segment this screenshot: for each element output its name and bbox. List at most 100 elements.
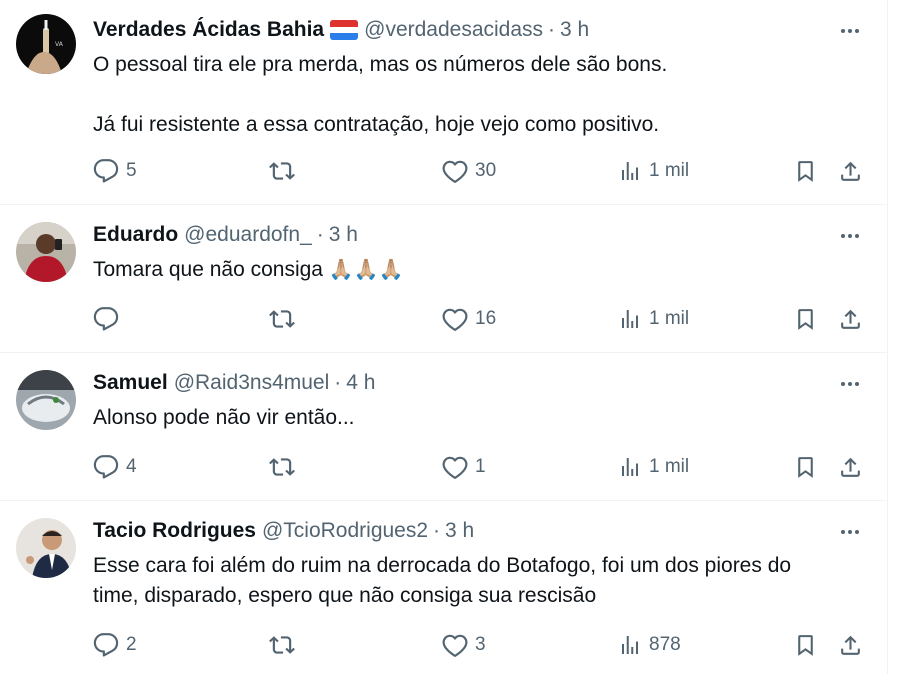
retweet-button[interactable] [269, 304, 302, 334]
like-button[interactable]: 16 [442, 304, 496, 334]
reply-icon [93, 158, 119, 184]
author-handle[interactable]: @Raid3ns4muel [174, 371, 330, 395]
bookmark-button[interactable] [793, 156, 818, 186]
tweet-text-line: O pessoal tira ele pra merda, mas os núm… [93, 53, 668, 76]
like-count: 16 [475, 308, 497, 329]
timestamp[interactable]: 3 h [560, 18, 589, 42]
more-button[interactable] [836, 225, 864, 247]
reply-icon [93, 632, 119, 658]
tweet[interactable]: Samuel @Raid3ns4muel · 4 h Alonso pode n… [0, 353, 888, 501]
tweet[interactable]: VA Verdades Ácidas Bahia @verdadesacidas… [0, 0, 888, 205]
author-name[interactable]: Eduardo [93, 223, 178, 247]
retweet-button[interactable] [269, 156, 302, 186]
tweet-text-line: Tomara que não consiga [93, 258, 323, 281]
separator: · [433, 519, 441, 542]
retweet-icon [269, 454, 295, 480]
reply-button[interactable]: 5 [93, 156, 137, 186]
svg-text:VA: VA [55, 41, 64, 48]
retweet-button[interactable] [269, 630, 302, 660]
action-bar: 16 1 mil [93, 304, 868, 334]
views-icon [618, 307, 642, 331]
more-icon [838, 224, 862, 248]
like-button[interactable]: 1 [442, 452, 486, 482]
views-button[interactable]: 878 [618, 630, 681, 660]
share-button[interactable] [838, 304, 863, 334]
avatar[interactable] [16, 518, 76, 578]
bookmark-icon [793, 455, 818, 480]
views-icon [618, 455, 642, 479]
author-handle[interactable]: @TcioRodrigues2 [262, 519, 428, 543]
reply-count: 2 [126, 634, 137, 655]
reply-count: 5 [126, 160, 137, 181]
retweet-icon [269, 632, 295, 658]
more-button[interactable] [836, 20, 864, 42]
tweet-header: Tacio Rodrigues @TcioRodrigues2 · 3 h [93, 517, 474, 545]
tweet-text: Alonso pode não vir então... [93, 403, 868, 433]
tweet-text: Esse cara foi além do ruim na derrocada … [93, 551, 868, 611]
more-icon [838, 520, 862, 544]
emoji-praying-hands: 🙏🏼🙏🏼🙏🏼 [328, 259, 404, 281]
author-name[interactable]: Tacio Rodrigues [93, 519, 256, 543]
views-button[interactable]: 1 mil [618, 156, 689, 186]
separator: · [316, 223, 324, 246]
like-count: 1 [475, 456, 486, 477]
timestamp[interactable]: 3 h [329, 223, 358, 247]
author-handle[interactable]: @eduardofn_ [184, 223, 312, 247]
author-name[interactable]: Samuel [93, 371, 168, 395]
tweet-text: Tomara que não consiga 🙏🏼🙏🏼🙏🏼 [93, 255, 868, 285]
timestamp[interactable]: 3 h [445, 519, 474, 543]
more-icon [838, 372, 862, 396]
bookmark-button[interactable] [793, 630, 818, 660]
author-handle[interactable]: @verdadesacidass [364, 18, 543, 42]
separator: · [548, 18, 556, 41]
tweet-text-line: Alonso pode não vir então... [93, 406, 355, 429]
avatar[interactable] [16, 370, 76, 430]
retweet-button[interactable] [269, 452, 302, 482]
timestamp[interactable]: 4 h [346, 371, 375, 395]
views-count: 1 mil [649, 456, 690, 477]
retweet-icon [269, 306, 295, 332]
share-icon [838, 633, 863, 658]
share-button[interactable] [838, 452, 863, 482]
like-icon [442, 158, 468, 184]
retweet-icon [269, 158, 295, 184]
tweet-text-line: Já fui resistente a essa contratação, ho… [93, 113, 660, 136]
like-button[interactable]: 3 [442, 630, 486, 660]
bookmark-icon [793, 159, 818, 184]
like-icon [442, 454, 468, 480]
share-button[interactable] [838, 156, 863, 186]
action-bar: 2 3 878 [93, 630, 868, 660]
action-bar: 4 1 1 mil [93, 452, 868, 482]
bookmark-icon [793, 307, 818, 332]
views-button[interactable]: 1 mil [618, 452, 689, 482]
views-button[interactable]: 1 mil [618, 304, 689, 334]
views-count: 1 mil [649, 308, 690, 329]
author-name[interactable]: Verdades Ácidas Bahia [93, 18, 324, 42]
avatar[interactable] [16, 222, 76, 282]
more-button[interactable] [836, 373, 864, 395]
tweet[interactable]: Tacio Rodrigues @TcioRodrigues2 · 3 h Es… [0, 501, 888, 674]
action-bar: 5 30 1 mil [93, 156, 868, 186]
tweet-header: Eduardo @eduardofn_ · 3 h [93, 221, 358, 249]
reply-button[interactable]: 4 [93, 452, 137, 482]
flag-icon [330, 20, 359, 40]
reply-feed: VA Verdades Ácidas Bahia @verdadesacidas… [0, 0, 888, 674]
like-count: 3 [475, 634, 486, 655]
avatar[interactable]: VA [16, 14, 76, 74]
tweet-header: Verdades Ácidas Bahia @verdadesacidass ·… [93, 16, 589, 44]
reply-button[interactable] [93, 304, 126, 334]
separator: · [334, 371, 342, 394]
bookmark-button[interactable] [793, 452, 818, 482]
bookmark-button[interactable] [793, 304, 818, 334]
share-icon [838, 159, 863, 184]
like-icon [442, 632, 468, 658]
like-button[interactable]: 30 [442, 156, 496, 186]
like-icon [442, 306, 468, 332]
tweet-header: Samuel @Raid3ns4muel · 4 h [93, 369, 375, 397]
reply-button[interactable]: 2 [93, 630, 137, 660]
more-button[interactable] [836, 521, 864, 543]
tweet[interactable]: Eduardo @eduardofn_ · 3 h Tomara que não… [0, 205, 888, 353]
share-icon [838, 455, 863, 480]
share-button[interactable] [838, 630, 863, 660]
reply-icon [93, 306, 119, 332]
